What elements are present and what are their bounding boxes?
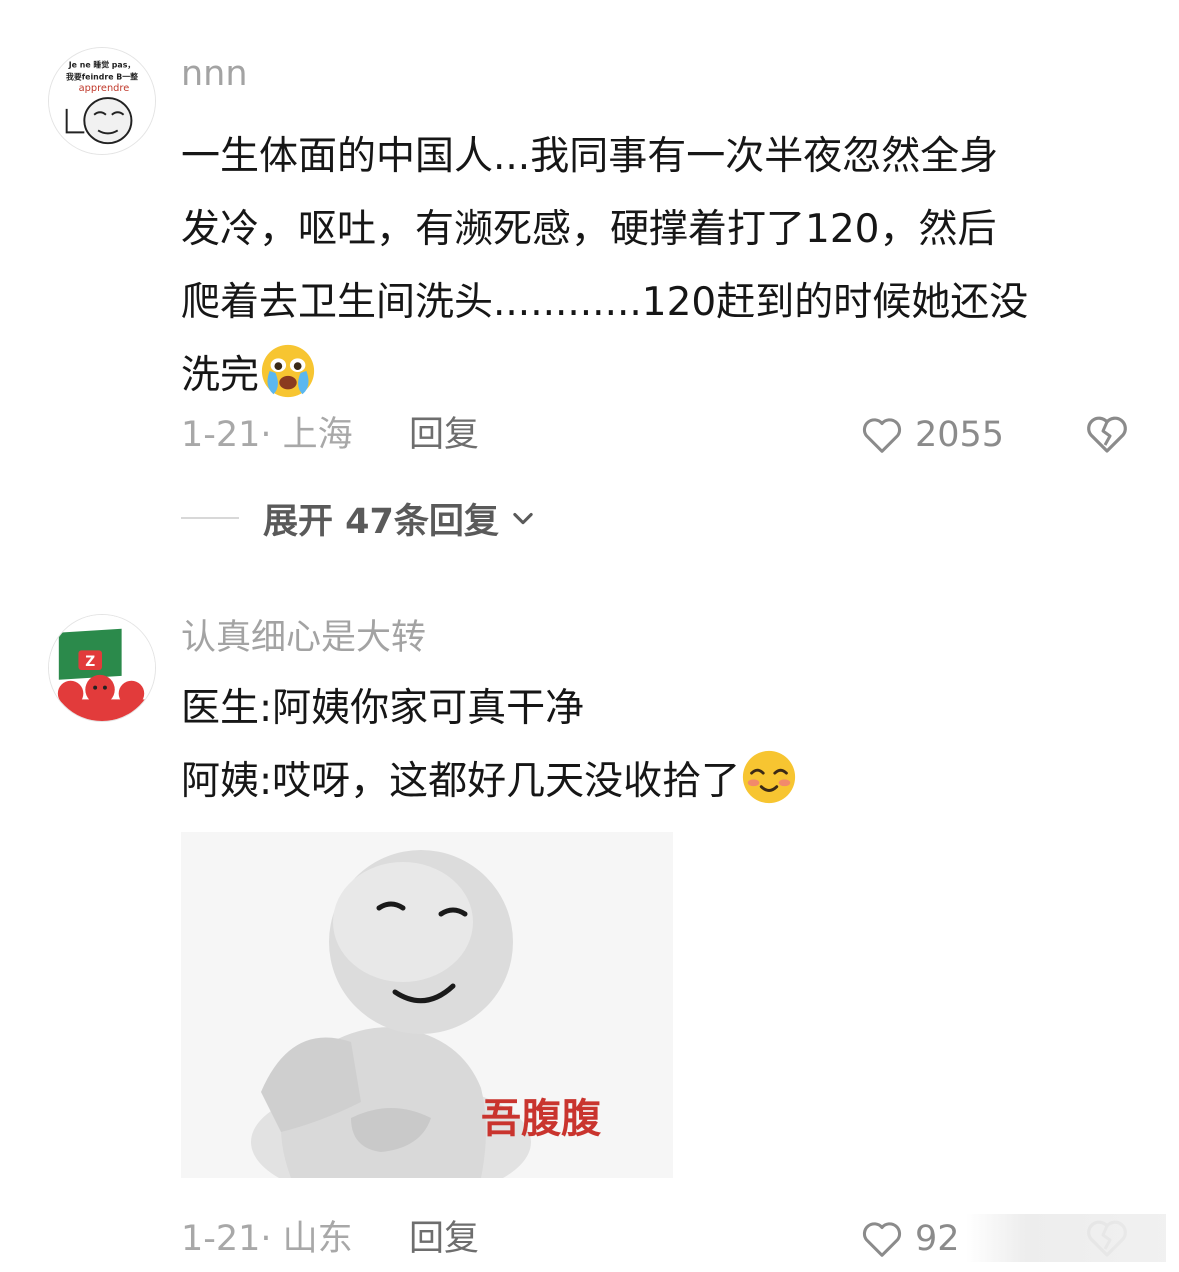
expand-replies-button[interactable]: 展开 47条回复 <box>181 495 537 542</box>
avatar-text-2: 我要feindre B一整 <box>66 71 138 81</box>
heart-outline-icon <box>862 1222 902 1257</box>
comment-meta: 1-21· 上海 回复 2055 <box>181 410 1131 460</box>
comment-line: 爬着去卫生间洗头............120赶到的时候她还没 <box>181 280 1029 325</box>
svg-text:Z: Z <box>85 654 95 670</box>
sticker-caption: 吾腹腹 <box>481 1096 601 1142</box>
dislike-button[interactable] <box>1083 410 1131 460</box>
comment-text: 一生体面的中国人...我同事有一次半夜忽然全身 发冷，呕吐，有濒死感，硬撑着打了… <box>181 120 1119 412</box>
like-count: 2055 <box>915 415 1005 455</box>
reply-button[interactable]: 回复 <box>409 1214 479 1264</box>
avatar-text-3: apprendre <box>79 83 130 94</box>
crying-emoji-icon <box>261 344 315 398</box>
like-button[interactable]: 92 <box>859 1214 960 1264</box>
divider <box>181 517 239 519</box>
comment-line: 洗完 <box>181 353 260 398</box>
comment-line: 阿姨:哎呀，这都好几天没收拾了 <box>181 759 741 804</box>
expand-replies-label: 展开 47条回复 <box>263 501 499 542</box>
avatar[interactable]: Z <box>48 614 156 722</box>
like-count: 92 <box>915 1219 960 1259</box>
avatar-image: Je ne 睡觉 pas， 我要feindre B一整 apprendre <box>49 48 155 154</box>
avatar-text-1: Je ne 睡觉 pas， <box>68 60 135 70</box>
comment-date-location: 1-21· 上海 <box>181 415 353 455</box>
username[interactable]: nnn <box>181 52 1119 96</box>
heart-outline-icon <box>862 418 902 453</box>
like-button[interactable]: 2055 <box>859 410 1004 460</box>
sticker-image[interactable]: 吾腹腹 <box>181 832 673 1178</box>
comment-line-last: 阿姨:哎呀，这都好几天没收拾了 <box>181 745 1119 818</box>
comment-list: Je ne 睡觉 pas， 我要feindre B一整 apprendre nn… <box>0 0 1179 1272</box>
comment-line: 医生:阿姨你家可真干净 <box>181 686 585 731</box>
avatar-image: Z <box>49 615 155 721</box>
comment-text: 医生:阿姨你家可真干净 阿姨:哎呀，这都好几天没收拾了 <box>181 672 1119 818</box>
avatar[interactable]: Je ne 睡觉 pas， 我要feindre B一整 apprendre <box>48 47 156 155</box>
comment-date-location: 1-21· 山东 <box>181 1219 353 1259</box>
chevron-down-icon <box>513 512 533 525</box>
shy-smile-emoji-icon <box>743 750 796 804</box>
reply-button[interactable]: 回复 <box>409 410 479 460</box>
broken-heart-icon <box>1087 416 1127 453</box>
comment-line: 一生体面的中国人...我同事有一次半夜忽然全身 <box>181 134 999 179</box>
username[interactable]: 认真细心是大转 <box>181 616 1119 660</box>
comment-line-last: 洗完 <box>181 339 1119 412</box>
watermark-overlay <box>966 1214 1166 1262</box>
comment-line: 发冷，呕吐，有濒死感，硬撑着打了120，然后 <box>181 207 997 252</box>
